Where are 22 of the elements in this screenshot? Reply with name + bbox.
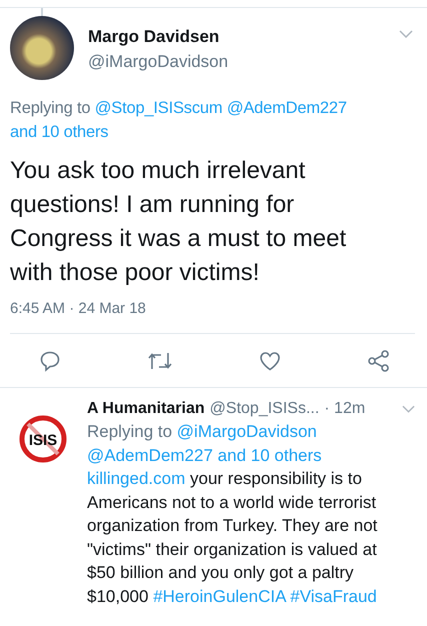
reply-icon[interactable] — [38, 349, 62, 373]
user-name: A Humanitarian — [87, 400, 205, 418]
hashtag-link[interactable]: #HeroinGulenCIA — [153, 586, 286, 606]
mention-link[interactable]: @AdemDem227 — [226, 99, 347, 117]
user-name: Margo Davidsen — [88, 27, 220, 47]
user-handle: @Stop_ISISs... — [210, 400, 320, 418]
mention-link[interactable]: and 10 others — [10, 123, 108, 141]
mention-link[interactable]: and 10 others — [218, 446, 322, 464]
share-icon[interactable] — [367, 349, 391, 373]
hashtag-link[interactable]: #VisaFraud — [290, 586, 377, 606]
mention-link[interactable]: @Stop_ISISscum — [94, 99, 222, 117]
heart-icon[interactable] — [258, 349, 282, 373]
mention-link[interactable]: @iMargoDavidson — [176, 422, 317, 441]
tweet-age: · 12m — [324, 400, 366, 418]
user-handle: @iMargoDavidson — [88, 52, 228, 72]
replying-to-text: Replying to @Stop_ISISscum @AdemDem227 and 10 others — [10, 98, 348, 143]
mention-link[interactable]: @AdemDem227 — [87, 446, 213, 464]
tweet-text: You ask too much irrelevant questions! I am running for Congress it was a must to meet with those poor victims! — [10, 156, 348, 288]
reply-text: killinged.com your responsibility is to Americans not to a world wide terrorist organization from Turkey. They are not "victims" their organization is valued at $50 billion and you only got a paltry $10,000 #HeroinGulenCIA #VisaFraud — [87, 468, 378, 608]
prohibited-sign-avatar[interactable]: ISIS — [18, 414, 68, 464]
hashtag-link[interactable]: killinged.com — [87, 469, 186, 488]
tweet-timestamp: 6:45 AM · 24 Mar 18 — [10, 300, 415, 334]
